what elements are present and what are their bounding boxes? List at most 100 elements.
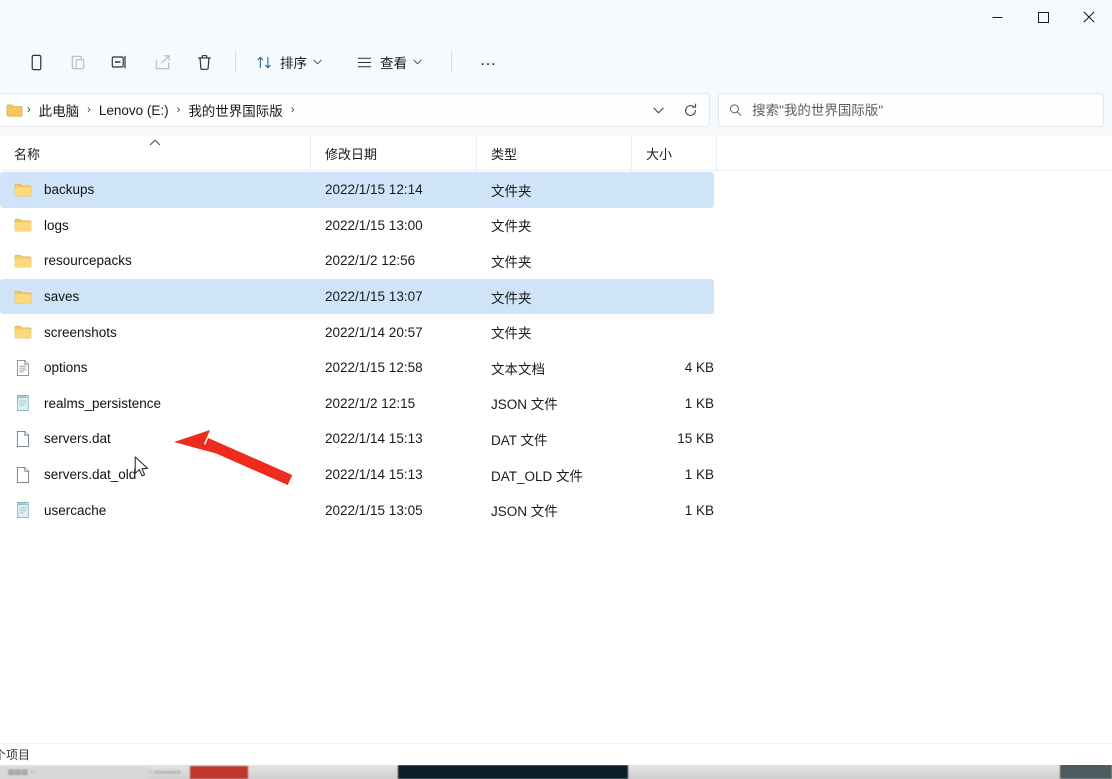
toolbar-divider-2 [451,51,452,73]
cell-name: saves [0,288,311,306]
close-icon [1083,11,1095,23]
folder-icon [14,181,32,199]
sort-ascending-icon [150,138,161,149]
cell-modified-date: 2022/1/15 12:58 [311,360,477,375]
address-bar-actions [643,96,705,124]
maximize-button[interactable] [1020,0,1066,34]
search-icon [729,103,742,117]
rename-button[interactable] [100,44,140,80]
column-header-size-label: 大小 [646,144,672,163]
view-list-icon [356,54,373,71]
cell-size: 15 KB [632,431,714,446]
chevron-down-icon [313,59,322,65]
table-row[interactable]: saves 2022/1/15 13:07文件夹 [0,279,714,315]
copy-icon [69,53,88,72]
chevron-down-icon [653,107,664,114]
breadcrumb: › 此电脑 › Lenovo (E:) › 我的世界国际版 › [25,97,643,123]
cell-type: 文件夹 [477,287,632,307]
close-button[interactable] [1066,0,1112,34]
file-name-label: saves [44,289,79,304]
breadcrumb-item-folder[interactable]: 我的世界国际版 [182,97,289,123]
cell-type: JSON 文件 [477,500,632,520]
copy-button[interactable] [58,44,98,80]
background-blur-dark [398,765,628,779]
breadcrumb-separator: › [175,104,183,116]
background-blur-text: ◌ ▭▭▭▭ [148,768,181,776]
table-row[interactable]: logs2022/1/15 13:00文件夹 [0,208,714,244]
share-button[interactable] [142,44,182,80]
cell-modified-date: 2022/1/15 13:07 [311,289,477,304]
folder-icon [14,288,32,306]
search-box[interactable] [718,93,1104,127]
folder-icon [14,252,32,270]
cell-name: realms_persistence [0,394,311,412]
table-row[interactable]: screenshots2022/1/14 20:57文件夹 [0,314,714,350]
column-header-name-label: 名称 [14,144,40,163]
cell-type: JSON 文件 [477,393,632,413]
file-name-label: logs [44,218,69,233]
cell-modified-date: 2022/1/2 12:15 [311,396,477,411]
view-button[interactable]: 查看 [347,44,431,80]
status-item-count: 个项目 [0,746,30,763]
cell-modified-date: 2022/1/15 13:00 [311,218,477,233]
table-row[interactable]: resourcepacks2022/1/2 12:56文件夹 [0,243,714,279]
breadcrumb-item-drive[interactable]: Lenovo (E:) [93,100,175,121]
blank-file-icon [14,430,32,448]
file-explorer-window: 排序 查看 … › [0,0,1112,779]
share-icon [153,53,172,72]
file-name-label: options [44,360,88,375]
table-row[interactable]: options 2022/1/15 12:58文本文档4 KB [0,350,714,386]
column-header-date[interactable]: 修改日期 [311,136,477,170]
table-row[interactable]: servers.dat_old2022/1/14 15:13DAT_OLD 文件… [0,457,714,493]
cut-button[interactable] [16,44,56,80]
breadcrumb-item-this-pc[interactable]: 此电脑 [33,97,86,123]
minimize-icon [992,12,1003,23]
view-label: 查看 [380,52,407,72]
table-row[interactable]: realms_persistence2022/1/2 12:15JSON 文件1… [0,386,714,422]
column-header-size[interactable]: 大小 [632,136,717,170]
json-file-icon [14,501,32,519]
chevron-down-icon [413,59,422,65]
refresh-button[interactable] [675,96,705,124]
table-row[interactable]: backups2022/1/15 12:14文件夹 [0,172,714,208]
cell-modified-date: 2022/1/14 15:13 [311,467,477,482]
cell-type: DAT 文件 [477,429,632,449]
text-file-icon [14,359,32,377]
column-header-type-label: 类型 [491,144,517,163]
cell-type: 文本文档 [477,358,632,378]
search-input[interactable] [752,103,1093,118]
table-row[interactable]: servers.dat2022/1/14 15:13DAT 文件15 KB [0,421,714,457]
toolbar-divider-1 [235,51,236,73]
cell-type: 文件夹 [477,251,632,271]
background-blur-red [190,766,248,779]
file-name-label: servers.dat [44,431,111,446]
sort-label: 排序 [280,52,307,72]
sort-button[interactable]: 排序 [247,44,331,80]
json-file-icon [14,394,32,412]
cell-type: 文件夹 [477,180,632,200]
status-bar: 个项目 [0,743,1112,765]
address-bar[interactable]: › 此电脑 › Lenovo (E:) › 我的世界国际版 › [0,93,710,127]
cell-name: logs [0,216,311,234]
background-blur-dark-right [1060,765,1112,779]
minimize-button[interactable] [974,0,1020,34]
more-options-button[interactable]: … [469,44,509,80]
address-history-button[interactable] [643,96,673,124]
cut-icon [27,53,46,72]
file-name-label: realms_persistence [44,396,161,411]
cell-name: resourcepacks [0,252,311,270]
blank-file-icon [14,466,32,484]
cell-name: backups [0,181,311,199]
cell-name: usercache [0,501,311,519]
column-header-type[interactable]: 类型 [477,136,632,170]
cell-size: 4 KB [632,360,714,375]
cell-name: servers.dat [0,430,311,448]
cell-modified-date: 2022/1/2 12:56 [311,253,477,268]
cell-modified-date: 2022/1/15 13:05 [311,503,477,518]
delete-button[interactable] [184,44,224,80]
command-bar: 排序 查看 … [0,34,1112,90]
background-desktop-strip: ▤▤▤ ⋯ ◌ ▭▭▭▭ [0,765,1112,779]
table-row[interactable]: usercache2022/1/15 13:05JSON 文件1 KB [0,492,714,528]
refresh-icon [683,103,698,118]
column-header-name[interactable]: 名称 [0,136,311,170]
